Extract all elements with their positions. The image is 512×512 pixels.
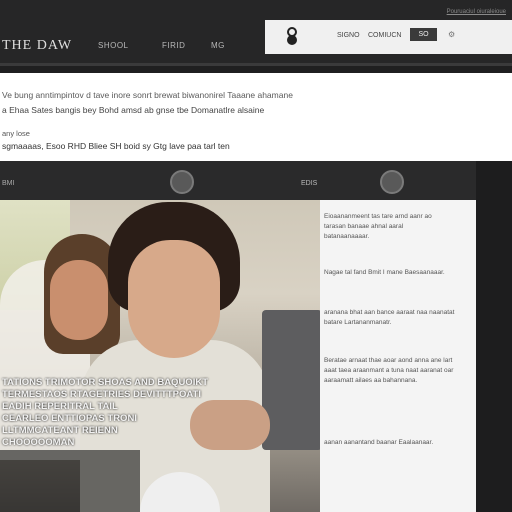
top-utility-link[interactable]: Pouruaciul oiuraleioue: [447, 9, 506, 15]
article-paragraph: aanan aanantand baanar Eaalaanaar.: [324, 439, 434, 446]
content-toolbar-label: BMI: [2, 180, 15, 187]
caption-line: TERMESTAOS RTAGETRIES DEVITTTPOATI: [2, 389, 201, 400]
info-line-2: a Ehaa Sates bangis bey Bohd amsd ab gns…: [2, 105, 265, 115]
community-link[interactable]: COMIUCN: [368, 32, 401, 39]
article-paragraph: Nagae tal fand Bmit I mane Baesaanaaar.: [324, 269, 445, 276]
right-sidebar-strip: [476, 161, 512, 512]
lock-icon[interactable]: [284, 26, 300, 46]
photo-caption: TATIONS TRIMOTOR SHOAS AND BAQUOIKT TERM…: [2, 377, 262, 449]
caption-line: EADIH REPERITRAL TAIL: [2, 401, 118, 412]
top-nav-bar: THE DAW SHOOL FIRID MG Pouruaciul oiural…: [0, 0, 512, 66]
content-toolbar-mid-label[interactable]: EDIS: [301, 180, 317, 187]
article-panel: Eioaananmeent tas tare arnd aanr ao tara…: [320, 200, 476, 512]
account-button[interactable]: SO: [410, 28, 437, 41]
account-panel: SIGNO COMIUCN SO ⚙: [265, 20, 512, 54]
info-line-1: Ve bung anntimpintov d tave inore sonrt …: [2, 90, 293, 100]
profile-icon[interactable]: [380, 170, 404, 194]
info-strip: Ve bung anntimpintov d tave inore sonrt …: [0, 73, 512, 161]
article-paragraph: Eioaananmeent tas tare arnd aanr ao tara…: [324, 213, 432, 240]
article-paragraph: Beratae arnaat thae aoar aond anna ane l…: [324, 357, 454, 384]
sign-in-link[interactable]: SIGNO: [337, 32, 360, 39]
article-paragraph: aranana bhat aan bance aaraat naa naanat…: [324, 309, 455, 326]
content-toolbar: BMI EDIS: [0, 161, 476, 201]
nav-item-1[interactable]: SHOOL: [98, 41, 129, 50]
caption-line: CEARLEO ENTTIOPAS TRONI: [2, 413, 137, 424]
info-line-4[interactable]: sgmaaaas, Esoo RHD Bliee SH boid sy Gtg …: [2, 141, 230, 151]
caption-line: LLTMMCATEANT REIENN: [2, 425, 118, 436]
nav-item-2[interactable]: FIRID: [162, 41, 185, 50]
hero-photo: TATIONS TRIMOTOR SHOAS AND BAQUOIKT TERM…: [0, 200, 320, 512]
nav-item-3[interactable]: MG: [211, 41, 225, 50]
brand-logo[interactable]: THE DAW: [2, 38, 72, 54]
info-line-3: any lose: [2, 129, 30, 138]
caption-line: TATIONS TRIMOTOR SHOAS AND BAQUOIKT: [2, 377, 209, 388]
globe-icon[interactable]: [170, 170, 194, 194]
caption-line: CHOOOOOMAN: [2, 437, 75, 448]
gear-icon[interactable]: ⚙: [448, 30, 455, 39]
